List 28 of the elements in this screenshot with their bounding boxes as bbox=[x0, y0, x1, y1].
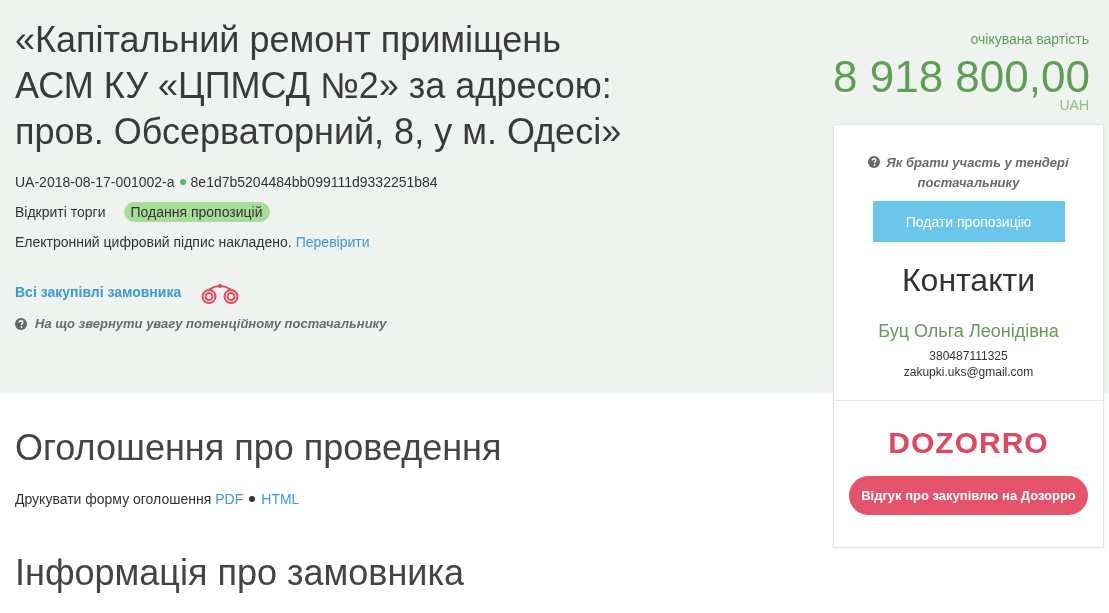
contacts-heading: Контакти bbox=[900, 261, 1037, 300]
print-format-link[interactable]: PDF bbox=[215, 489, 244, 509]
binoculars-icon bbox=[200, 282, 241, 304]
separator-dot-icon bbox=[249, 496, 256, 502]
buyer-procurements-link[interactable]: Всі закупівлі замовника bbox=[15, 284, 182, 300]
contact-email: zakupki.uks@gmail.com bbox=[902, 364, 1035, 380]
tender-id: UA-2018-08-17-001002-a bbox=[15, 173, 175, 192]
verify-link[interactable]: Перевірити bbox=[295, 227, 370, 257]
procedure-type: Відкриті торги bbox=[15, 203, 106, 222]
feedback-button[interactable]: Відгук про закупівлю на Дозорро bbox=[849, 476, 1088, 515]
tender-title: «Капітальний ремонт приміщень АСМ КУ «ЦПМСД №2» за адресою: пров. Обсерваторний, 8, у м. Одесі» bbox=[15, 18, 623, 154]
help-icon bbox=[868, 156, 881, 168]
help-icon bbox=[15, 318, 27, 330]
contact-phone: 380487111325 bbox=[928, 348, 1009, 364]
status-badge: Подання пропозицій bbox=[123, 202, 270, 222]
section-heading: Інформація про замовника bbox=[15, 551, 465, 595]
participation-help-link[interactable]: Як брати участь у тендері постачальнику bbox=[861, 153, 1076, 193]
tender-hash: 8e1d7b5204484bb099111d9332251b84 bbox=[190, 173, 438, 192]
dozorro-logo: DOZORRO bbox=[887, 428, 1050, 458]
print-form-label: Друкувати форму оголошення bbox=[15, 490, 212, 509]
contact-name: Буц Ольга Леонідівна bbox=[877, 320, 1060, 343]
signature-note: Електронний цифровий підпис накладено. bbox=[15, 233, 292, 252]
section-heading: Оголошення про проведення bbox=[15, 426, 503, 470]
separator-dot-icon bbox=[179, 179, 186, 185]
supplier-hint-link[interactable]: На що звернути увагу потенційному постачальнику bbox=[35, 314, 387, 334]
expected-value-label: очікувана вартість bbox=[969, 30, 1089, 49]
print-format-link[interactable]: HTML bbox=[261, 489, 300, 509]
submit-bid-button[interactable]: Подати пропозицію bbox=[872, 201, 1065, 242]
